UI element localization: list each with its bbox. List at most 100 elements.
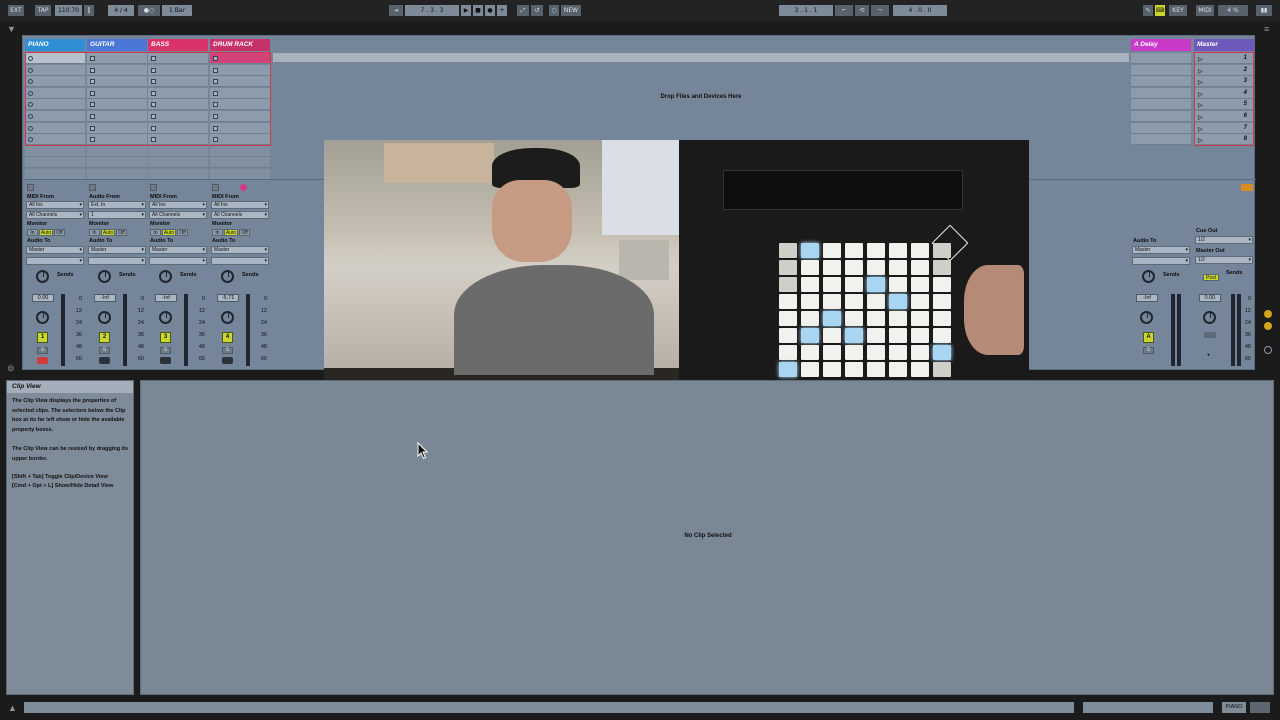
- monitor-auto-button[interactable]: Auto: [224, 229, 238, 236]
- master-out-select[interactable]: 1/2: [1195, 256, 1253, 264]
- track-activator[interactable]: 3: [160, 332, 171, 343]
- io-channel-select[interactable]: All Channels: [26, 211, 84, 219]
- track-header-piano[interactable]: PIANO: [25, 39, 85, 51]
- solo-button[interactable]: S: [160, 347, 171, 354]
- pan-knob[interactable]: [36, 311, 49, 324]
- monitor-in-button[interactable]: In: [89, 229, 100, 236]
- ext-sync-button[interactable]: EXT: [8, 5, 24, 16]
- automation-arm-icon[interactable]: ⤢: [517, 5, 529, 16]
- midi-map-button[interactable]: MIDI: [1196, 5, 1214, 16]
- return-solo-button[interactable]: S: [1143, 347, 1154, 354]
- track-header-drum-rack[interactable]: DRUM RACK: [210, 39, 270, 51]
- audio-to-channel-select[interactable]: [26, 257, 84, 265]
- track-volume[interactable]: -Inf: [155, 294, 177, 302]
- clip-slot[interactable]: [87, 145, 147, 157]
- io-source-select[interactable]: Ext. In: [88, 201, 146, 209]
- detail-toggle-icon[interactable]: [1250, 702, 1270, 713]
- return-clip-slot[interactable]: [1131, 64, 1191, 76]
- clip-slot[interactable]: [25, 157, 85, 169]
- monitor-in-button[interactable]: In: [150, 229, 161, 236]
- return-clip-slot[interactable]: [1131, 76, 1191, 88]
- arm-button[interactable]: [37, 357, 48, 364]
- follow-icon[interactable]: ⇥: [389, 5, 403, 16]
- tap-tempo-button[interactable]: TAP: [35, 5, 51, 16]
- post-button[interactable]: Post: [1203, 274, 1219, 281]
- clip-slot[interactable]: [210, 157, 270, 169]
- solo-button[interactable]: S: [37, 347, 48, 354]
- monitor-off-button[interactable]: Off: [116, 229, 127, 236]
- stop-all-icon[interactable]: [1241, 184, 1253, 191]
- io-channel-select[interactable]: 1: [88, 211, 146, 219]
- capture-icon[interactable]: ○: [549, 5, 559, 16]
- track-stop-icon[interactable]: [27, 184, 34, 191]
- clip-slot[interactable]: [210, 145, 270, 157]
- return-clip-slot[interactable]: [1131, 99, 1191, 111]
- track-stop-icon[interactable]: [89, 184, 96, 191]
- audio-to-select[interactable]: Master: [149, 246, 207, 254]
- drum-rack-arm-icon[interactable]: [240, 184, 247, 191]
- monitor-off-button[interactable]: Off: [177, 229, 188, 236]
- master-volume[interactable]: 0.00: [1199, 294, 1221, 302]
- pan-knob[interactable]: [221, 311, 234, 324]
- track-volume[interactable]: -Inf: [94, 294, 116, 302]
- io-source-select[interactable]: All Ins: [211, 201, 269, 209]
- track-activator[interactable]: 1: [37, 332, 48, 343]
- play-icon[interactable]: ▶: [461, 5, 471, 16]
- draw-mode-icon[interactable]: ✎: [1143, 5, 1153, 16]
- return-pan-knob[interactable]: [1140, 311, 1153, 324]
- monitor-auto-button[interactable]: Auto: [39, 229, 53, 236]
- returns-toggle-icon[interactable]: [1264, 346, 1272, 354]
- audio-to-select[interactable]: Master: [26, 246, 84, 254]
- arm-button[interactable]: [160, 357, 171, 364]
- track-activator[interactable]: 4: [222, 332, 233, 343]
- return-clip-slot[interactable]: [1131, 53, 1191, 64]
- clip-slot[interactable]: [148, 145, 208, 157]
- track-stop-icon[interactable]: [212, 184, 219, 191]
- new-button[interactable]: NEW: [561, 5, 581, 16]
- io-source-select[interactable]: All Ins: [149, 201, 207, 209]
- return-clip-slot[interactable]: [1131, 122, 1191, 134]
- return-activator[interactable]: A: [1143, 332, 1154, 343]
- clip-slot[interactable]: [148, 157, 208, 169]
- monitor-in-button[interactable]: In: [212, 229, 223, 236]
- loop-icon[interactable]: ⟲: [855, 5, 869, 16]
- monitor-auto-button[interactable]: Auto: [162, 229, 176, 236]
- track-header-master[interactable]: Master: [1194, 39, 1254, 51]
- stop-icon[interactable]: ■: [473, 5, 483, 16]
- track-activator[interactable]: 2: [99, 332, 110, 343]
- monitor-auto-button[interactable]: Auto: [101, 229, 115, 236]
- audio-to-channel-select[interactable]: [88, 257, 146, 265]
- arrangement-position[interactable]: 7 . 3 . 3: [405, 5, 459, 16]
- pan-knob[interactable]: [98, 311, 111, 324]
- overdub-icon[interactable]: +: [497, 5, 507, 16]
- track-header-bass[interactable]: BASS: [148, 39, 208, 51]
- info-toggle-icon[interactable]: ▲: [8, 703, 17, 713]
- master-crossfader-icon[interactable]: [1204, 332, 1216, 338]
- return-blank-select[interactable]: [1132, 257, 1190, 265]
- tempo-field[interactable]: 110.70: [55, 5, 82, 16]
- arm-button[interactable]: [99, 357, 110, 364]
- clip-slot[interactable]: [25, 145, 85, 157]
- audio-to-channel-select[interactable]: [211, 257, 269, 265]
- time-signature-field[interactable]: 4 / 4: [108, 5, 134, 16]
- cue-out-select[interactable]: 1/2: [1195, 236, 1253, 244]
- solo-button[interactable]: S: [99, 347, 110, 354]
- monitor-off-button[interactable]: Off: [239, 229, 250, 236]
- punch-out-icon[interactable]: ¬: [871, 5, 889, 16]
- loop-length-field[interactable]: 4 . 0 . 0: [893, 5, 947, 16]
- return-volume[interactable]: -Inf: [1136, 294, 1158, 302]
- key-map-button[interactable]: KEY: [1169, 5, 1187, 16]
- track-volume[interactable]: 0.00: [32, 294, 54, 302]
- track-stop-icon[interactable]: [150, 184, 157, 191]
- io-channel-select[interactable]: All Channels: [149, 211, 207, 219]
- record-icon[interactable]: ●: [485, 5, 495, 16]
- menu-icon[interactable]: ≡: [1264, 24, 1269, 34]
- track-header-guitar[interactable]: GUITAR: [87, 39, 147, 51]
- solo-button[interactable]: S: [222, 347, 233, 354]
- audio-to-select[interactable]: Master: [88, 246, 146, 254]
- clip-slot[interactable]: [87, 157, 147, 169]
- nudge-icon[interactable]: ‖: [84, 5, 94, 16]
- arm-button[interactable]: [222, 357, 233, 364]
- loop-start-field[interactable]: 3 . 1 . 1: [779, 5, 833, 16]
- metronome-icon[interactable]: ●○: [138, 5, 160, 16]
